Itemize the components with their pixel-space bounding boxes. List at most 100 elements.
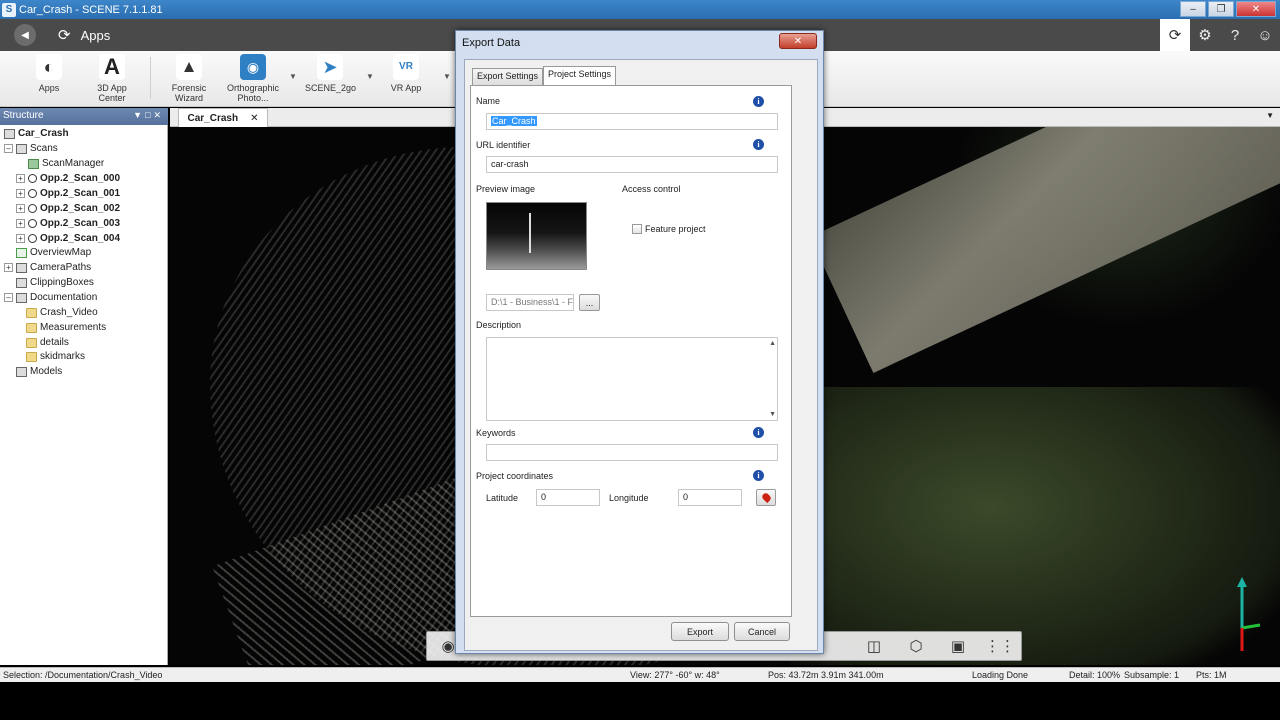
panel-controls-icon[interactable]: ▼□✕ (133, 110, 164, 121)
dialog-close-icon[interactable]: ✕ (779, 33, 817, 49)
vr-app-button[interactable]: VR VR App (389, 54, 423, 93)
tree-node-measurements[interactable]: Measurements (26, 320, 106, 335)
app-center-icon: A (99, 54, 125, 80)
grid-menu-icon[interactable]: ⋮⋮ (985, 635, 1015, 657)
latitude-field[interactable]: 0 (536, 489, 600, 506)
tree-node-scans[interactable]: – Scans (4, 141, 58, 156)
fit-view-icon[interactable]: ▣ (947, 635, 969, 657)
tab-project-settings[interactable]: Project Settings (543, 66, 617, 85)
status-detail: Detail: 100% (1069, 670, 1121, 680)
project-coordinates-label: Project coordinates (476, 471, 554, 481)
preview-path-field[interactable]: D:\1 - Business\1 - Fo (486, 294, 574, 311)
export-button[interactable]: Export (671, 622, 729, 641)
tree-node-scan-003[interactable]: + Opp.2_Scan_003 (16, 216, 120, 231)
tree-node-models[interactable]: Models (16, 364, 62, 379)
tab-car-crash[interactable]: Car_Crash ✕ (178, 108, 268, 127)
scene2go-button[interactable]: ➤ SCENE_2go (305, 54, 356, 93)
expand-toggle-icon[interactable]: + (16, 174, 25, 183)
info-icon[interactable]: i (753, 470, 764, 481)
folder-icon (26, 337, 37, 348)
camera-path-icon (16, 262, 27, 273)
project-settings-page: Name i Car_Crash URL identifier i car-cr… (470, 85, 792, 617)
split-view-icon[interactable]: ◫ (863, 635, 885, 657)
tree-node-details[interactable]: details (26, 335, 69, 350)
expand-toggle-icon[interactable]: + (4, 263, 13, 272)
tree-node-root[interactable]: Car_Crash (4, 126, 69, 141)
status-points: Pts: 1M (1196, 670, 1227, 680)
tree-node-skidmarks[interactable]: skidmarks (26, 349, 85, 364)
tree-node-crash-video[interactable]: Crash_Video (26, 305, 98, 320)
tree-node-scan-002[interactable]: + Opp.2_Scan_002 (16, 201, 120, 216)
structure-tree: Car_Crash – Scans ScanManager + Opp.2_Scan… (0, 125, 168, 665)
project-icon (4, 128, 15, 139)
status-selection: Selection: /Documentation/Crash_Video (3, 670, 163, 680)
keywords-field[interactable] (486, 444, 778, 461)
info-icon[interactable]: i (753, 139, 764, 150)
map-pin-icon (760, 491, 772, 504)
models-icon (16, 366, 27, 377)
close-window-icon[interactable]: ✕ (1236, 1, 1276, 17)
name-label: Name (476, 96, 501, 106)
feature-project-label: Feature project (645, 224, 706, 234)
url-identifier-field[interactable]: car-crash (486, 156, 778, 173)
map-pin-button[interactable] (756, 489, 776, 506)
maximize-icon[interactable]: ❐ (1208, 1, 1234, 17)
feature-project-checkbox[interactable] (632, 224, 642, 234)
apps-button[interactable]: ◐ Apps (33, 54, 65, 93)
scan-icon (28, 204, 37, 213)
tab-export-settings[interactable]: Export Settings (472, 68, 544, 85)
tree-node-documentation[interactable]: – Documentation (4, 290, 97, 305)
clipping-box-icon (16, 277, 27, 288)
status-loading: Loading Done (972, 670, 1029, 680)
back-arrow-icon[interactable]: ◀ (14, 24, 36, 46)
description-textarea[interactable]: ▲ ▼ (486, 337, 778, 421)
longitude-field[interactable]: 0 (678, 489, 742, 506)
name-field[interactable]: Car_Crash (486, 113, 778, 130)
export-data-dialog: Export Data ✕ Export Settings Project Se… (455, 30, 824, 654)
tree-node-scan-001[interactable]: + Opp.2_Scan_001 (16, 186, 120, 201)
browse-button[interactable]: ... (579, 294, 600, 311)
collapse-toggle-icon[interactable]: – (4, 293, 13, 302)
forensic-wizard-button[interactable]: ▲ Forensic Wizard (168, 54, 210, 103)
apps-bar-label[interactable]: Apps (81, 28, 111, 43)
tree-node-clippingboxes[interactable]: ClippingBoxes (16, 275, 94, 290)
help-icon[interactable]: ? (1220, 19, 1250, 51)
status-position: Pos: 43.72m 3.91m 341.00m (768, 670, 884, 680)
camera-icon: ◉ (240, 54, 266, 80)
info-icon[interactable]: i (753, 96, 764, 107)
tree-node-overviewmap[interactable]: OverviewMap (16, 245, 91, 260)
info-icon[interactable]: i (753, 427, 764, 438)
cube-icon[interactable]: ⬡ (905, 635, 927, 657)
axis-gizmo-icon (1237, 577, 1261, 651)
vr-headset-icon: VR (393, 54, 419, 80)
expand-toggle-icon[interactable]: + (16, 189, 25, 198)
app-center-button[interactable]: A 3D App Center (92, 54, 132, 103)
scan-manager-icon (28, 158, 39, 169)
user-account-icon[interactable]: ☺ (1250, 19, 1280, 51)
window-controls: – ❐ ✕ (1180, 1, 1276, 17)
scroll-down-icon[interactable]: ▼ (769, 411, 776, 418)
close-tab-icon[interactable]: ✕ (250, 113, 258, 124)
tree-node-scanmanager[interactable]: ScanManager (28, 156, 104, 171)
scan-icon (28, 174, 37, 183)
cancel-button[interactable]: Cancel (734, 622, 790, 641)
expand-toggle-icon[interactable]: + (16, 234, 25, 243)
collapse-toggle-icon[interactable]: – (4, 144, 13, 153)
documentation-icon (16, 292, 27, 303)
expand-toggle-icon[interactable]: + (16, 219, 25, 228)
tree-node-scan-004[interactable]: + Opp.2_Scan_004 (16, 231, 120, 246)
orthographic-photo-button[interactable]: ◉ Orthographic Photo... (224, 54, 282, 103)
detective-icon: ▲ (176, 54, 202, 80)
dialog-body: Export Settings Project Settings Name i … (464, 59, 818, 651)
scroll-up-icon[interactable]: ▲ (769, 340, 776, 347)
sync-icon[interactable]: ⟳ (1160, 19, 1190, 51)
gear-icon[interactable]: ⚙ (1190, 19, 1220, 51)
dialog-tabs: Export Settings Project Settings (472, 66, 617, 85)
tree-node-scan-000[interactable]: + Opp.2_Scan_000 (16, 171, 120, 186)
expand-toggle-icon[interactable]: + (16, 204, 25, 213)
keywords-label: Keywords (476, 428, 516, 438)
minimize-icon[interactable]: – (1180, 1, 1206, 17)
tab-list-dropdown-icon[interactable]: ▼ (1266, 111, 1274, 120)
tree-node-camerapaths[interactable]: + CameraPaths (4, 260, 91, 275)
status-subsample: Subsample: 1 (1124, 670, 1180, 680)
